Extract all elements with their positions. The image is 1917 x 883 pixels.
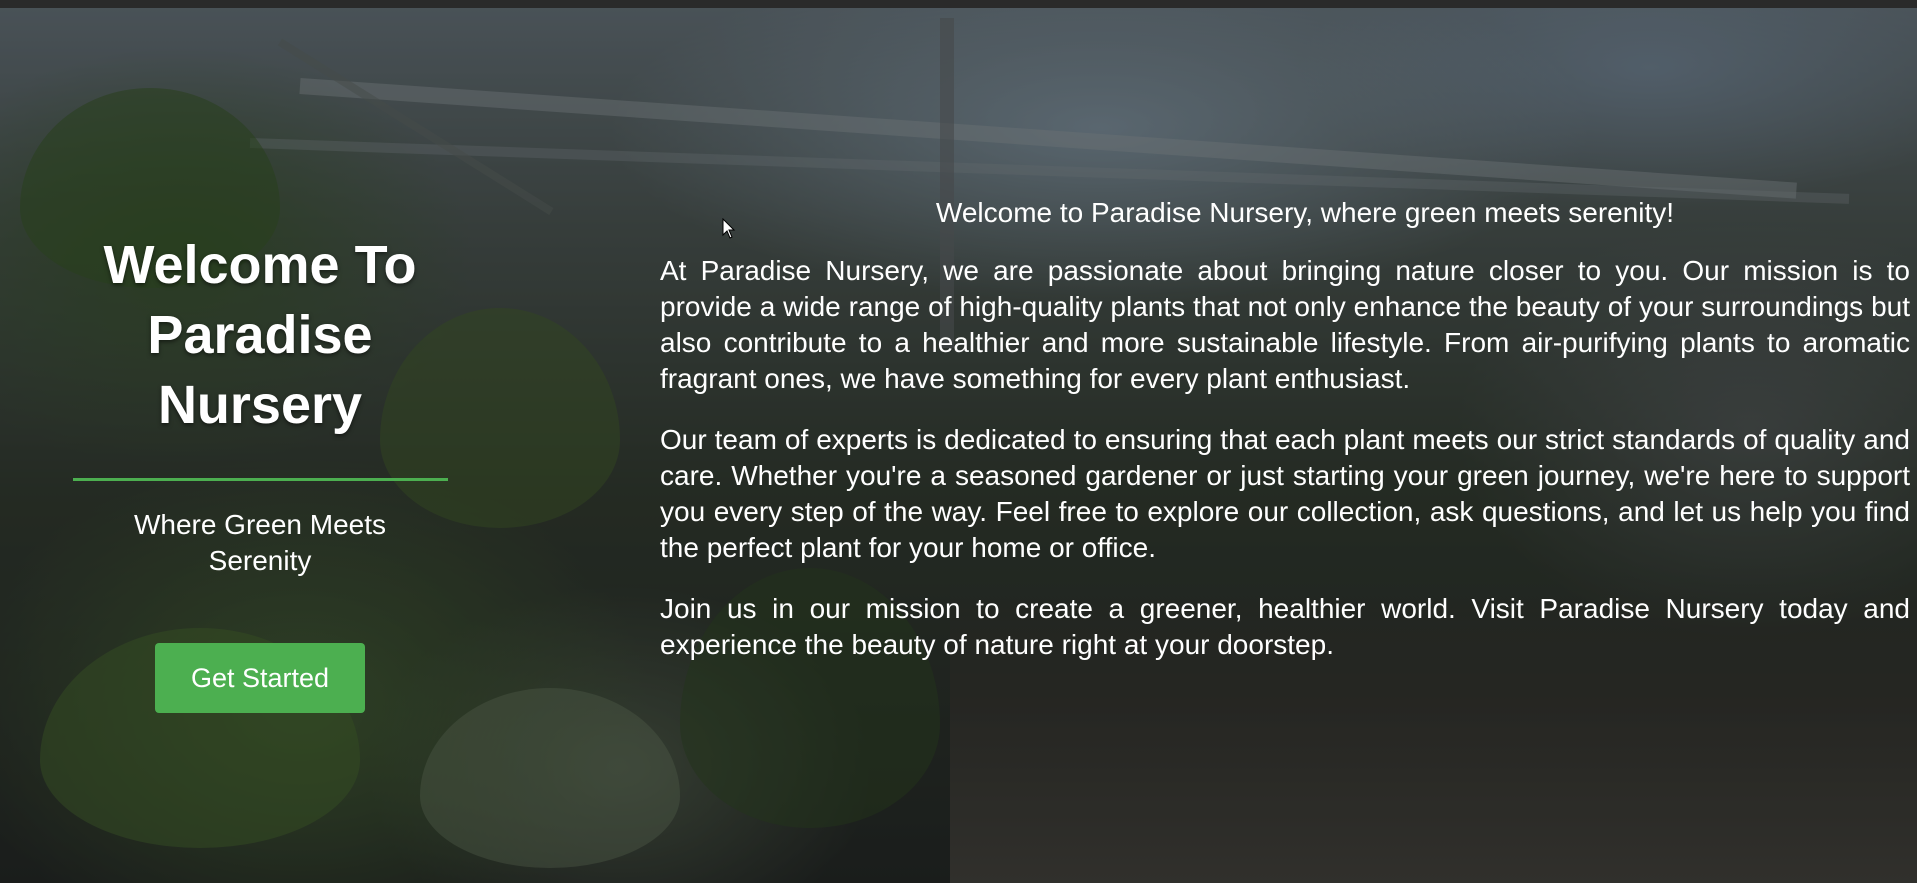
about-section: Welcome to Paradise Nursery, where green… [660,195,1910,688]
hero-title-line: Paradise [147,305,373,365]
about-paragraph: Join us in our mission to create a green… [660,593,1910,660]
about-lead: Welcome to Paradise Nursery, where green… [935,197,1675,228]
mouse-pointer-icon [722,218,736,239]
hero-title-line: Welcome To [103,235,417,295]
hero-title-line: Nursery [157,375,363,435]
hero-title: Welcome To Paradise Nursery [60,230,460,440]
about-paragraph: At Paradise Nursery, we are passionate a… [660,255,1910,394]
hero-divider [72,478,448,481]
hero-subtitle: Where Green Meets Serenity [133,509,387,576]
hero-section: Welcome To Paradise Nursery Where Green … [60,230,460,713]
top-strip [0,0,1917,8]
landing-page: Welcome To Paradise Nursery Where Green … [0,0,1917,883]
get-started-button[interactable]: Get Started [155,643,365,713]
about-paragraph: Our team of experts is dedicated to ensu… [660,424,1910,563]
